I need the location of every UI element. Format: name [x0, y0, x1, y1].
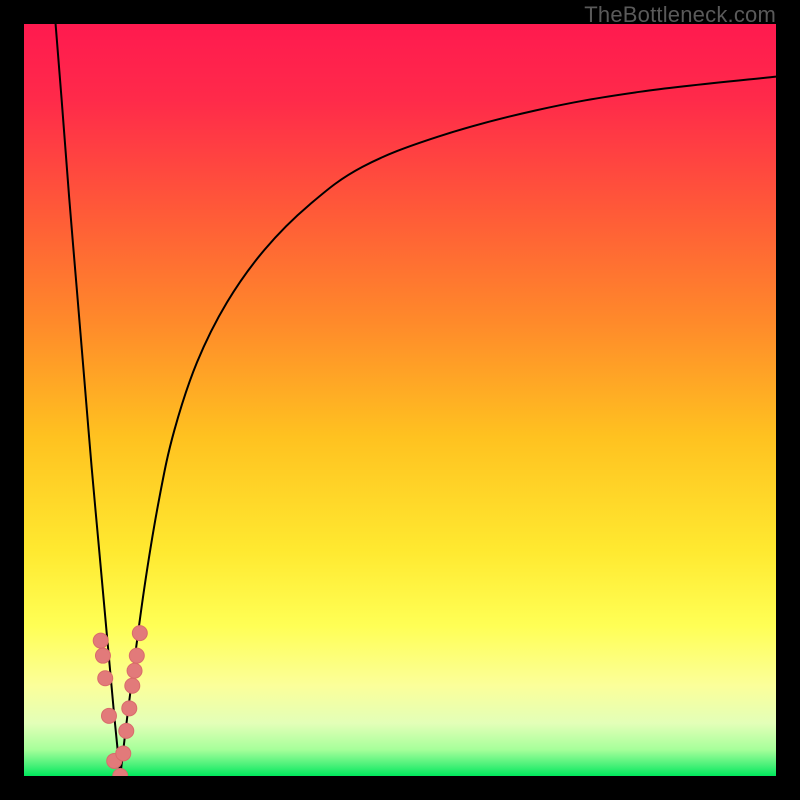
scatter-dot — [93, 633, 108, 648]
scatter-dot — [132, 626, 147, 641]
plot-area — [24, 24, 776, 776]
scatter-dot — [101, 708, 116, 723]
scatter-dot — [116, 746, 131, 761]
scatter-dot — [95, 648, 110, 663]
scatter-dot — [129, 648, 144, 663]
scatter-dot — [122, 701, 137, 716]
scatter-dot — [98, 671, 113, 686]
scatter-dot — [119, 723, 134, 738]
scatter-dot — [125, 678, 140, 693]
chart-svg — [24, 24, 776, 776]
chart-frame: TheBottleneck.com — [0, 0, 800, 800]
scatter-dot — [127, 663, 142, 678]
